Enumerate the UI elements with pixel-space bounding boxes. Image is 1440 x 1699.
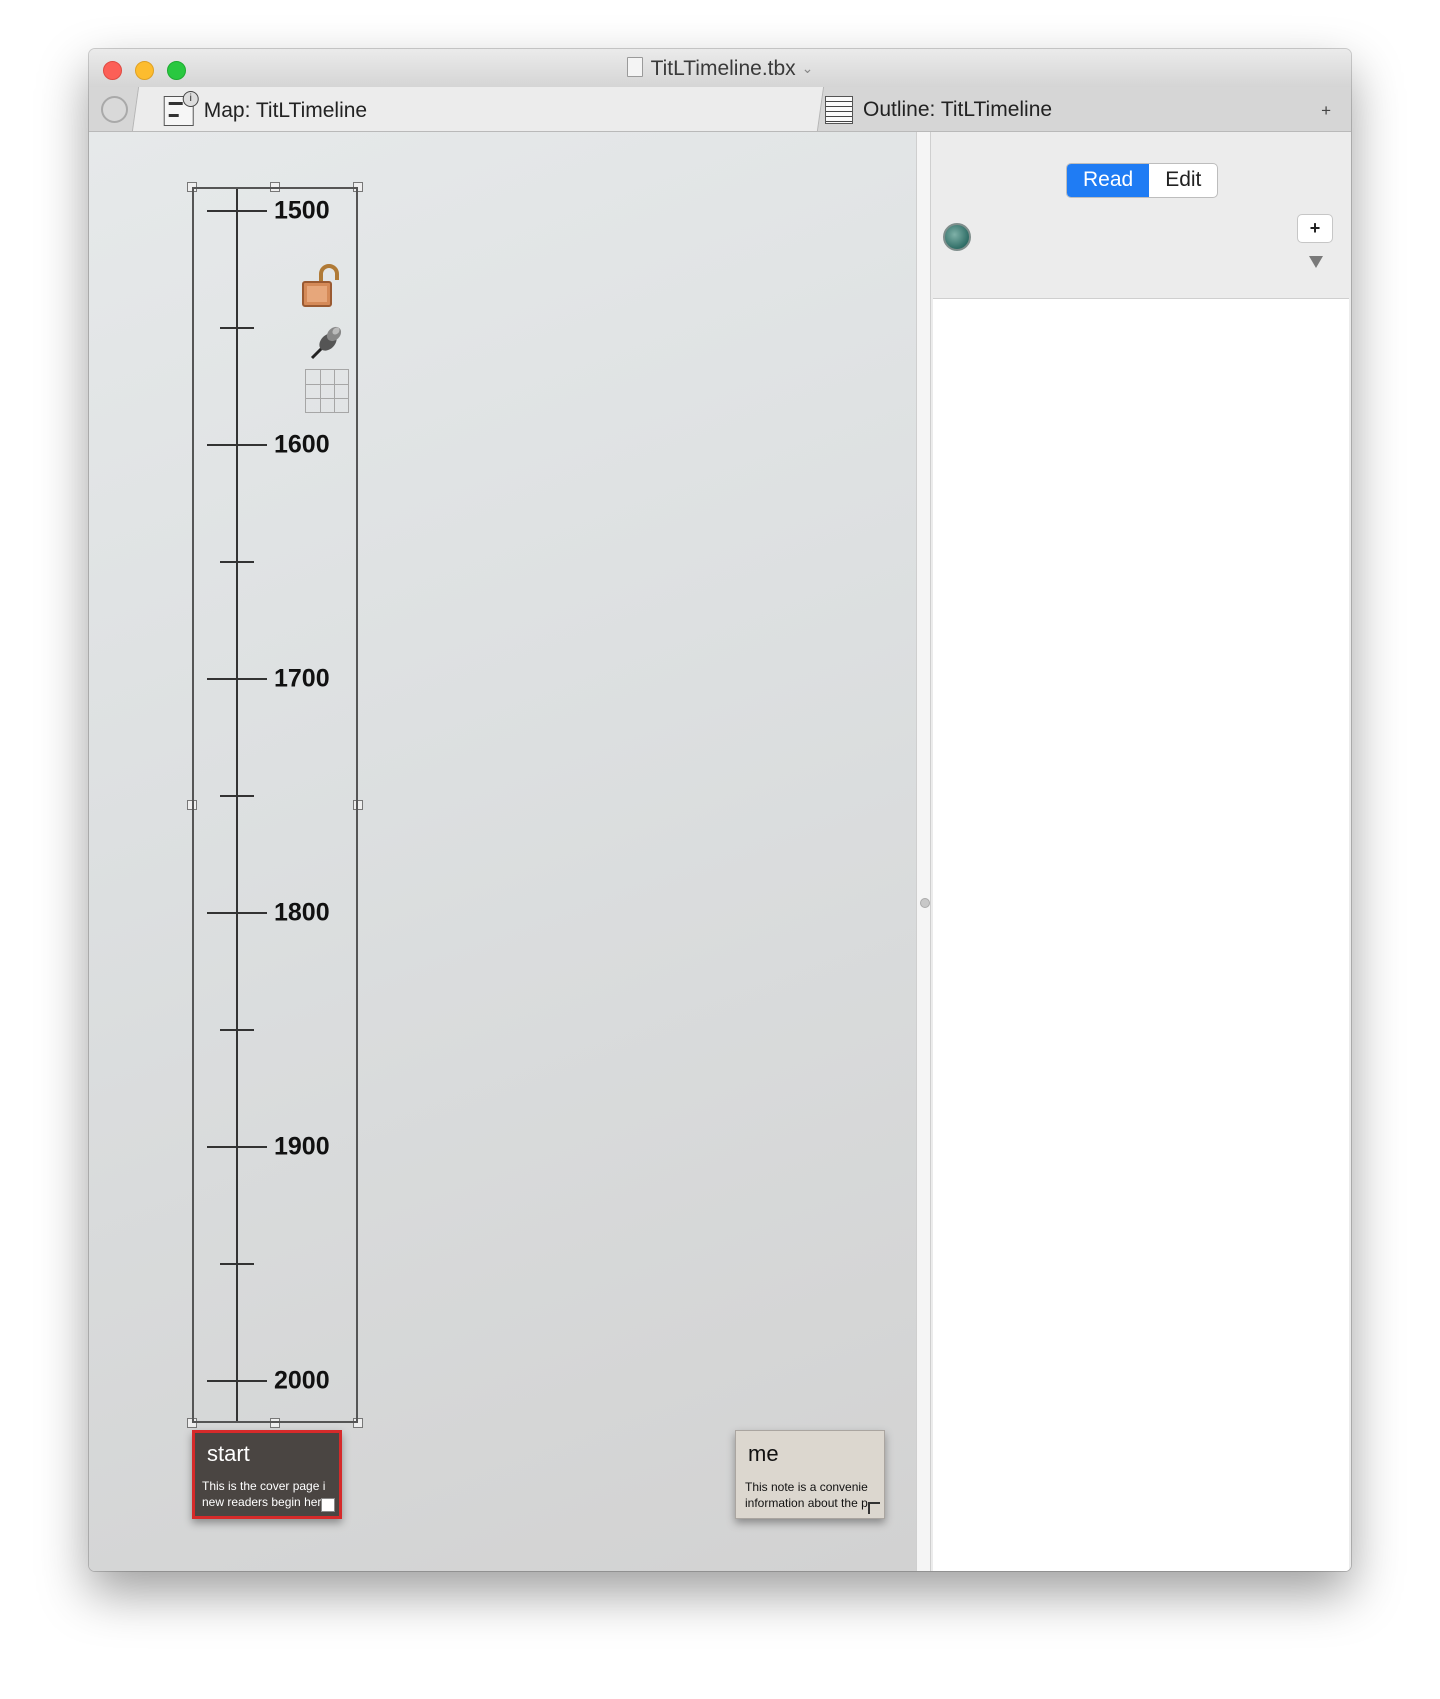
map-view[interactable]: 1500 1600 1700 1800 1900 2000 start This… (89, 132, 916, 1571)
disclosure-triangle-icon[interactable] (1309, 256, 1323, 268)
window-title[interactable]: TitLTimeline.tbx ⌄ (89, 57, 1351, 81)
note-title: me (748, 1441, 779, 1466)
minor-tick (220, 1263, 254, 1265)
tab-outline-label: Outline: TitLTimeline (863, 98, 1053, 121)
info-badge-icon: i (182, 91, 199, 107)
year-label: 1800 (274, 898, 330, 927)
outline-view-icon (825, 96, 853, 124)
note-link-icon (321, 1498, 335, 1512)
tab-outline[interactable]: Outline: TitLTimeline (825, 87, 1351, 131)
minor-tick (220, 327, 254, 329)
note-corner-icon (868, 1502, 880, 1514)
tab-overview-button[interactable] (101, 96, 128, 123)
edit-button[interactable]: Edit (1149, 164, 1217, 197)
year-label: 1900 (274, 1132, 330, 1161)
map-view-icon: i (163, 91, 199, 126)
major-tick (207, 678, 267, 680)
note-me[interactable]: me This note is a convenie information a… (735, 1430, 885, 1519)
minor-tick (220, 561, 254, 563)
text-pane: Read Edit + (931, 132, 1351, 1571)
splitter-grip-icon[interactable] (920, 898, 930, 908)
window-title-text: TitLTimeline.tbx (650, 57, 796, 80)
table-grid-icon[interactable] (305, 369, 349, 413)
pin-icon[interactable] (308, 322, 344, 362)
note-body: This note is a convenie information abou… (745, 1480, 868, 1510)
tab-map[interactable]: i Map: TitLTimeline (131, 87, 825, 131)
major-tick (207, 444, 267, 446)
timeline-adornment[interactable]: 1500 1600 1700 1800 1900 2000 (192, 187, 358, 1423)
title-bar: TitLTimeline.tbx ⌄ (89, 49, 1351, 88)
document-icon (626, 57, 643, 77)
read-button[interactable]: Read (1067, 164, 1150, 197)
year-label: 1500 (274, 196, 330, 225)
major-tick (207, 210, 267, 212)
tab-map-label: Map: TitLTimeline (203, 99, 368, 122)
year-label: 1600 (274, 430, 330, 459)
pane-splitter[interactable] (916, 132, 931, 1571)
year-label: 1700 (274, 664, 330, 693)
add-attribute-button[interactable]: + (1297, 214, 1333, 243)
note-start[interactable]: start This is the cover page i new reade… (192, 1430, 342, 1519)
unlock-icon[interactable] (301, 262, 341, 308)
tab-bar: i Map: TitLTimeline Outline: TitLTimelin… (89, 87, 1351, 132)
major-tick (207, 1146, 267, 1148)
minor-tick (220, 795, 254, 797)
year-label: 2000 (274, 1366, 330, 1395)
minor-tick (220, 1029, 254, 1031)
major-tick (207, 912, 267, 914)
note-body: This is the cover page i new readers beg… (202, 1479, 326, 1509)
chevron-down-icon[interactable]: ⌄ (802, 60, 814, 76)
app-window: TitLTimeline.tbx ⌄ i Map: TitLTimeline Ou… (89, 49, 1351, 1571)
timeline-axis (236, 189, 238, 1421)
note-badge-icon[interactable] (943, 223, 971, 251)
read-edit-toggle[interactable]: Read Edit (1066, 163, 1219, 198)
note-title: start (207, 1441, 250, 1466)
major-tick (207, 1380, 267, 1382)
add-tab-button[interactable]: + (1321, 101, 1331, 121)
note-text-area[interactable] (933, 298, 1349, 1571)
